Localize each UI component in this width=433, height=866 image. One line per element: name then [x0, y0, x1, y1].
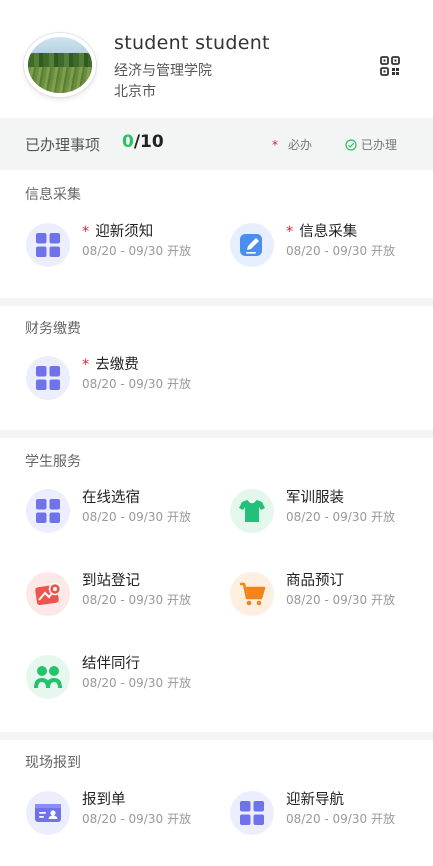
city-name: 北京市 [114, 84, 156, 100]
progress-count: 0/10 [122, 132, 164, 152]
item-date: 08/20 - 09/30 开放 [82, 377, 191, 391]
student-name: student student [114, 32, 270, 54]
grid-icon [26, 223, 70, 267]
progress-label: 已办理事项 [25, 136, 101, 154]
item-title: 报到单 [82, 792, 126, 808]
item-military-uniform[interactable]: 军训服装 08/20 - 09/30 开放 [230, 486, 420, 546]
id-card-icon [26, 791, 70, 835]
grid-icon [230, 791, 274, 835]
section-finance: 财务缴费 * 去缴费 08/20 - 09/30 开放 [0, 306, 433, 430]
section-title: 财务缴费 [25, 321, 81, 337]
item-info-collection[interactable]: * 信息采集 08/20 - 09/30 开放 [230, 220, 420, 280]
item-travel-companion[interactable]: 结伴同行 08/20 - 09/30 开放 [26, 652, 216, 712]
legend-required-label: 必办 [288, 138, 313, 152]
item-welcome-navigation[interactable]: 迎新导航 08/20 - 09/30 开放 [230, 788, 420, 848]
qr-code-icon[interactable] [380, 56, 400, 76]
item-title: 在线选宿 [82, 490, 140, 506]
item-product-booking[interactable]: 商品预订 08/20 - 09/30 开放 [230, 569, 420, 629]
item-title: * 信息采集 [286, 224, 358, 240]
progress-summary: 已办理事项 0/10 * 必办 已办理 [0, 124, 433, 164]
item-title: * 迎新须知 [82, 224, 154, 240]
item-date: 08/20 - 09/30 开放 [286, 812, 395, 826]
avatar[interactable] [24, 33, 96, 97]
check-circle-icon [345, 139, 357, 151]
grid-icon [26, 356, 70, 400]
college-name: 经济与管理学院 [114, 63, 212, 79]
item-title: * 去缴费 [82, 357, 139, 373]
section-onsite-checkin: 现场报到 报到单 08/20 - 09/30 开放 迎新导航 08/20 - 0… [0, 740, 433, 866]
section-info-collection: 信息采集 * 迎新须知 08/20 - 09/30 开放 * 信息采集 08/20 … [0, 170, 433, 298]
progress-total: /10 [133, 132, 164, 152]
item-date: 08/20 - 09/30 开放 [82, 244, 191, 258]
map-pin-icon [26, 572, 70, 616]
required-star-icon: * [82, 224, 90, 240]
item-dorm-selection[interactable]: 在线选宿 08/20 - 09/30 开放 [26, 486, 216, 546]
cart-icon [230, 572, 274, 616]
section-student-services: 学生服务 在线选宿 08/20 - 09/30 开放 军训服装 08/20 - … [0, 438, 433, 732]
item-date: 08/20 - 09/30 开放 [286, 593, 395, 607]
progress-done-count: 0 [122, 132, 134, 152]
required-star-icon: * [272, 138, 278, 152]
legend-done: 已办理 [345, 136, 397, 153]
section-title: 信息采集 [25, 187, 81, 203]
item-welcome-notice[interactable]: * 迎新须知 08/20 - 09/30 开放 [26, 220, 216, 280]
item-title: 到站登记 [82, 573, 140, 589]
tshirt-icon [230, 489, 274, 533]
item-title: 军训服装 [286, 490, 344, 506]
profile-header: student student 经济与管理学院 北京市 [0, 0, 433, 118]
section-title: 学生服务 [25, 454, 81, 470]
item-date: 08/20 - 09/30 开放 [286, 244, 395, 258]
item-date: 08/20 - 09/30 开放 [82, 812, 191, 826]
section-title: 现场报到 [25, 755, 81, 771]
item-date: 08/20 - 09/30 开放 [82, 593, 191, 607]
item-title: 商品预订 [286, 573, 344, 589]
legend-required: * 必办 [272, 136, 312, 153]
item-date: 08/20 - 09/30 开放 [82, 510, 191, 524]
item-station-registration[interactable]: 到站登记 08/20 - 09/30 开放 [26, 569, 216, 629]
required-star-icon: * [82, 357, 90, 373]
item-checkin-form[interactable]: 报到单 08/20 - 09/30 开放 [26, 788, 216, 848]
grid-icon [26, 489, 70, 533]
item-title: 迎新导航 [286, 792, 344, 808]
item-date: 08/20 - 09/30 开放 [82, 676, 191, 690]
edit-icon [230, 223, 274, 267]
required-star-icon: * [286, 224, 294, 240]
item-payment[interactable]: * 去缴费 08/20 - 09/30 开放 [26, 353, 216, 413]
item-date: 08/20 - 09/30 开放 [286, 510, 395, 524]
item-title: 结伴同行 [82, 656, 140, 672]
people-icon [26, 655, 70, 699]
legend-done-label: 已办理 [361, 138, 398, 152]
